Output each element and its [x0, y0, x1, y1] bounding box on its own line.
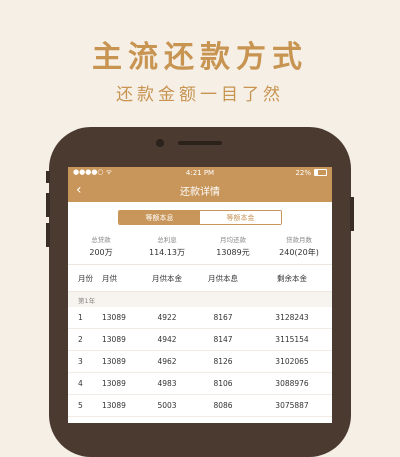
- summary-label: 贷款月数: [286, 236, 312, 244]
- cell-interest: 8167: [213, 313, 233, 322]
- promo-headline: 主流还款方式: [92, 40, 308, 75]
- year-group-label: 第1年: [68, 292, 332, 307]
- cell-remaining: 3075887: [275, 401, 309, 410]
- cell-month: 4: [78, 379, 83, 388]
- cell-payment: 13089: [102, 401, 126, 410]
- header-interest: 月供本息: [208, 273, 238, 283]
- header-month: 月份: [78, 273, 93, 283]
- cell-month: 3: [78, 357, 83, 366]
- nav-title: 还款详情: [180, 186, 220, 198]
- table-row: 1 13089 4922 8167 3128243: [68, 307, 332, 329]
- summary-loan-months: 贷款月数 240(20年): [266, 234, 332, 258]
- cell-principal: 4962: [157, 357, 177, 366]
- status-bar: ●●●●○ ᯤ 4:21 PM 22%: [68, 167, 332, 178]
- nav-bar: ‹ 还款详情: [68, 178, 332, 202]
- phone-camera: [156, 139, 164, 147]
- cell-payment: 13089: [102, 313, 126, 322]
- table-row: 2 13089 4942 8147 3115154: [68, 329, 332, 351]
- phone-speaker: [178, 141, 222, 145]
- back-chevron-icon[interactable]: ‹: [76, 182, 82, 198]
- cell-month: 1: [78, 313, 83, 322]
- cell-interest: 8106: [213, 379, 233, 388]
- cell-principal: 4942: [157, 335, 177, 344]
- battery-icon: [314, 169, 327, 176]
- phone-side-button: [46, 171, 50, 183]
- summary-value: 200万: [89, 248, 113, 257]
- phone-power-button: [350, 197, 354, 231]
- summary-label: 月均还款: [220, 236, 246, 244]
- summary-label: 总贷款: [91, 236, 111, 244]
- tab-equal-installment[interactable]: 等额本息: [119, 211, 200, 224]
- summary-value: 240(20年): [279, 248, 319, 257]
- header-remaining: 剩余本金: [277, 273, 307, 283]
- repayment-type-segment: 等额本息 等额本金: [118, 210, 282, 225]
- cell-interest: 8147: [213, 335, 233, 344]
- cell-remaining: 3102065: [275, 357, 309, 366]
- cell-principal: 5003: [157, 401, 177, 410]
- table-row: 5 13089 5003 8086 3075887: [68, 395, 332, 417]
- cell-payment: 13089: [102, 357, 126, 366]
- cell-remaining: 3128243: [275, 313, 309, 322]
- table-row: 4 13089 4983 8106 3088976: [68, 373, 332, 395]
- header-principal: 月供本金: [152, 273, 182, 283]
- phone-screen: ●●●●○ ᯤ 4:21 PM 22% ‹ 还款详情 等额本息 等额本金 总贷款…: [68, 167, 332, 423]
- cell-payment: 13089: [102, 379, 126, 388]
- cell-principal: 4983: [157, 379, 177, 388]
- tab-equal-principal[interactable]: 等额本金: [200, 211, 281, 224]
- phone-volume-up-button: [46, 193, 50, 217]
- cell-remaining: 3088976: [275, 379, 309, 388]
- status-time: 4:21 PM: [185, 168, 215, 177]
- header-payment: 月供: [102, 273, 117, 283]
- table-row: 3 13089 4962 8126 3102065: [68, 351, 332, 373]
- summary-monthly-payment: 月均还款 13089元: [200, 234, 266, 258]
- cell-month: 5: [78, 401, 83, 410]
- cell-payment: 13089: [102, 335, 126, 344]
- table-header: 月份 月供 月供本金 月供本息 剩余本金: [68, 265, 332, 292]
- loan-summary: 总贷款 200万 总利息 114.13万 月均还款 13089元 贷款月数 24…: [68, 234, 332, 265]
- cell-interest: 8126: [213, 357, 233, 366]
- cell-month: 2: [78, 335, 83, 344]
- phone-volume-down-button: [46, 223, 50, 247]
- summary-value: 13089元: [216, 248, 250, 257]
- summary-label: 总利息: [157, 236, 177, 244]
- table-row: 6 13089 5024 8065 3062798: [68, 417, 332, 423]
- cell-interest: 8086: [213, 401, 233, 410]
- summary-total-interest: 总利息 114.13万: [134, 234, 200, 258]
- summary-total-loan: 总贷款 200万: [68, 234, 134, 258]
- cell-principal: 4922: [157, 313, 177, 322]
- promo-subline: 还款金额一目了然: [116, 85, 284, 105]
- summary-value: 114.13万: [149, 248, 185, 257]
- cell-remaining: 3115154: [275, 335, 309, 344]
